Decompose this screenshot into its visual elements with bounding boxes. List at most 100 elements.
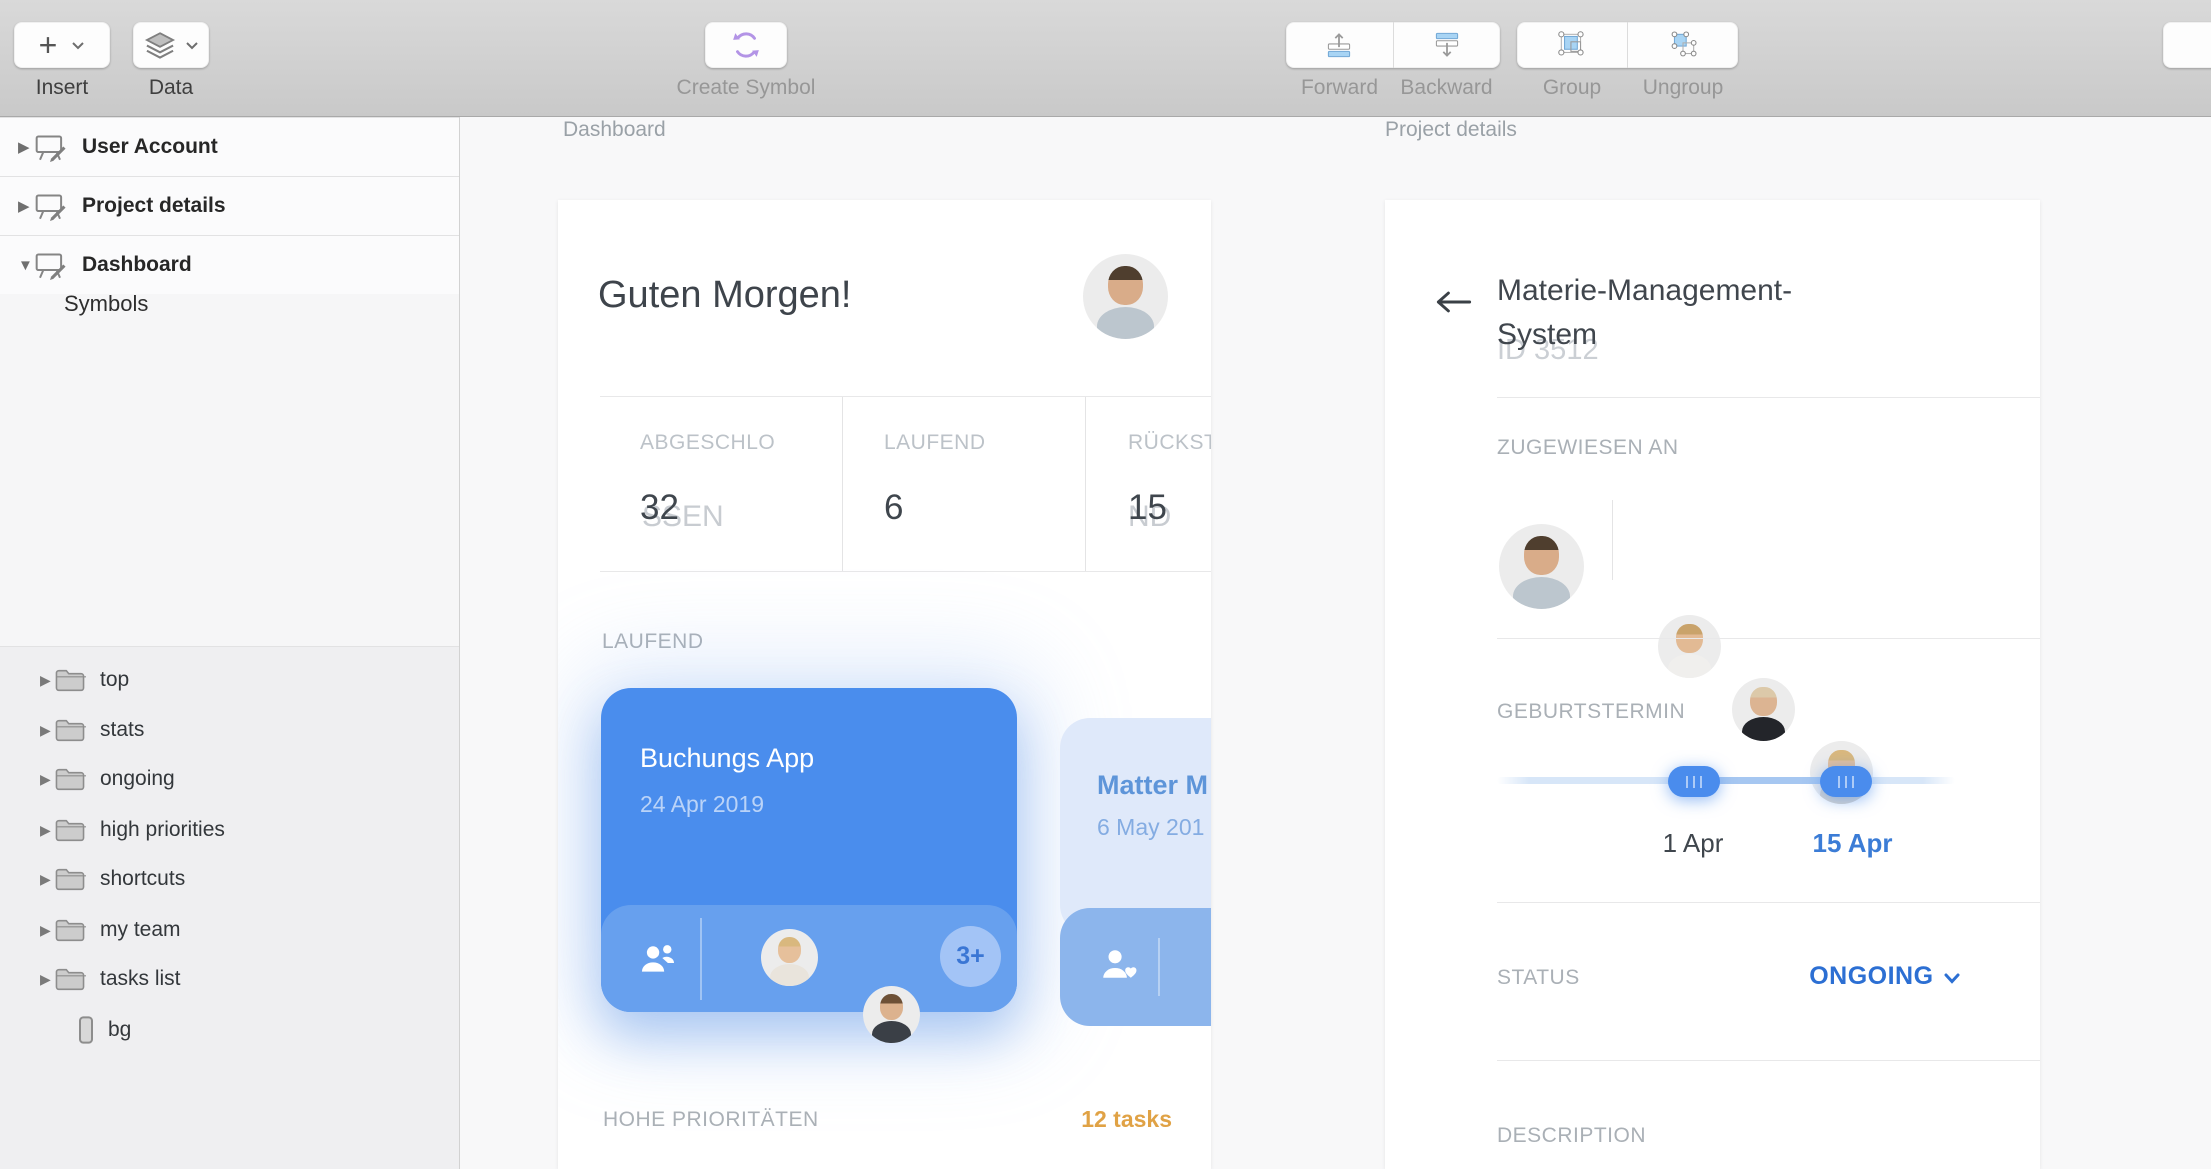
ungroup-icon [1667, 29, 1699, 61]
group-button[interactable] [1517, 22, 1627, 68]
user-avatar[interactable] [1083, 254, 1168, 339]
toolbar: + Insert Data Create Symbol [0, 0, 2211, 117]
assigned-label: ZUGEWIESEN AN [1497, 436, 1679, 460]
range-start-label: 1 Apr [1643, 828, 1743, 859]
artboard-item-project-details[interactable]: ▶ Project details [0, 176, 459, 235]
member-avatar[interactable] [761, 929, 818, 986]
create-symbol-button[interactable] [705, 22, 787, 68]
folder-icon [54, 967, 86, 992]
project-title-line2: System [1497, 318, 2040, 352]
folder-icon [54, 668, 86, 693]
assignee-avatar-primary[interactable] [1499, 524, 1584, 609]
assignee-avatar[interactable] [1732, 678, 1795, 741]
layer-item-bg[interactable]: bg [0, 1005, 459, 1055]
disclosure-triangle-icon[interactable]: ▶ [40, 971, 54, 988]
status-dropdown[interactable]: ONGOING [1698, 962, 1960, 991]
stats-divider [1085, 397, 1086, 571]
team-members-icon [637, 941, 679, 975]
folder-icon [54, 818, 86, 843]
data-button[interactable] [133, 22, 209, 68]
layer-item-ongoing[interactable]: ▶ ongoing [0, 754, 459, 804]
stat-label-overdue: RÜCKST [1128, 431, 1211, 455]
stats-bottom-divider [600, 571, 1211, 572]
disclosure-triangle-icon[interactable]: ▶ [18, 197, 32, 215]
folder-icon [54, 918, 86, 943]
folder-icon [54, 867, 86, 892]
backward-button[interactable] [1393, 22, 1501, 68]
back-arrow-icon[interactable] [1435, 288, 1473, 316]
move-forward-icon [1321, 31, 1357, 59]
layer-label: tasks list [100, 967, 181, 991]
more-members-count: 3+ [956, 942, 985, 971]
disclosure-triangle-icon[interactable]: ▼ [18, 257, 32, 274]
forward-label: Forward [1286, 76, 1393, 100]
disclosure-triangle-icon[interactable]: ▶ [40, 771, 54, 788]
card-date: 24 Apr 2019 [640, 791, 764, 818]
layer-label: bg [108, 1018, 131, 1042]
slider-handle-end[interactable] [1820, 766, 1872, 797]
insert-button[interactable]: + [14, 22, 110, 68]
disclosure-triangle-icon[interactable]: ▶ [40, 922, 54, 939]
stat-value-ongoing: 6 [884, 488, 903, 528]
layer-item-shortcuts[interactable]: ▶ shortcuts [0, 854, 459, 904]
project-artboard-label[interactable]: Project details [1385, 118, 1517, 142]
project-details-artboard: Materie-Management- ID 3512 System ZUGEW… [1385, 200, 2040, 1169]
member-avatar[interactable] [863, 986, 920, 1043]
data-button-label: Data [133, 76, 209, 100]
footer-divider [700, 918, 702, 1000]
data-stack-icon [143, 30, 177, 60]
group-label: Group [1517, 76, 1627, 100]
assignee-avatar[interactable] [1658, 615, 1721, 678]
range-end-label: 15 Apr [1790, 828, 1915, 859]
artboard-item-user-account[interactable]: ▶ User Account [0, 117, 459, 176]
priorities-task-count[interactable]: 12 tasks [998, 1106, 1172, 1133]
artboard-item-dashboard[interactable]: ▼ Dashboard [0, 235, 459, 294]
project-card-buchungs-app[interactable]: Buchungs App 24 Apr 2019 3+ [601, 688, 1017, 1012]
due-date-label: GEBURTSTERMIN [1497, 700, 1685, 724]
layer-item-stats[interactable]: ▶ stats [0, 705, 459, 755]
card-date: 6 May 201 [1097, 814, 1204, 841]
layer-label: top [100, 668, 129, 692]
clipped-toolbar-button[interactable] [2163, 22, 2211, 68]
layer-item-my-team[interactable]: ▶ my team [0, 905, 459, 955]
ungroup-label: Ungroup [1628, 76, 1738, 100]
card-footer: 3+ [601, 905, 1017, 1012]
slider-handle-start[interactable] [1668, 766, 1720, 797]
layer-label: high priorities [100, 818, 225, 842]
disclosure-triangle-icon[interactable]: ▶ [40, 822, 54, 839]
stat-label-completed: ABGESCHLO [640, 431, 775, 455]
disclosure-triangle-icon[interactable]: ▶ [18, 138, 32, 156]
assignee-divider [1612, 500, 1613, 580]
layer-item-top[interactable]: ▶ top [0, 655, 459, 705]
project-title-line1: Materie-Management- [1497, 274, 1792, 308]
chevron-down-icon [185, 41, 199, 50]
artboard-label: User Account [82, 135, 218, 159]
page-label: Symbols [64, 291, 148, 317]
disclosure-triangle-icon[interactable]: ▶ [40, 871, 54, 888]
layer-item-high-priorities[interactable]: ▶ high priorities [0, 805, 459, 855]
sketch-window: + Insert Data Create Symbol [0, 0, 2211, 1169]
ungroup-button[interactable] [1627, 22, 1738, 68]
layer-list: ▶ top ▶ stats ▶ ongoing ▶ high prioritie… [0, 646, 459, 1169]
layer-item-tasks-list[interactable]: ▶ tasks list [0, 954, 459, 1004]
layer-label: my team [100, 918, 181, 942]
artboard-icon [32, 132, 68, 162]
move-forward-backward-group [1286, 22, 1500, 68]
stats-top-divider [600, 396, 1211, 397]
more-members-badge[interactable]: 3+ [940, 926, 1001, 987]
disclosure-triangle-icon[interactable]: ▶ [40, 722, 54, 739]
artboard-label: Dashboard [82, 253, 192, 277]
dashboard-artboard-label[interactable]: Dashboard [563, 118, 666, 142]
create-symbol-sync-icon [729, 28, 763, 62]
section-divider [1497, 902, 2040, 903]
forward-button[interactable] [1286, 22, 1393, 68]
create-symbol-label: Create Symbol [645, 76, 847, 100]
disclosure-triangle-icon[interactable]: ▶ [40, 672, 54, 689]
description-label: DESCRIPTION [1497, 1124, 1646, 1148]
backward-label: Backward [1393, 76, 1500, 100]
dashboard-artboard: Guten Morgen! ABGESCHLO SSEN 32 LAUFEND … [558, 200, 1211, 1169]
insert-button-label: Insert [14, 76, 110, 100]
project-card-matter[interactable]: Matter M 6 May 201 [1060, 718, 1211, 935]
artboard-icon [32, 250, 68, 280]
move-backward-icon [1429, 31, 1465, 59]
